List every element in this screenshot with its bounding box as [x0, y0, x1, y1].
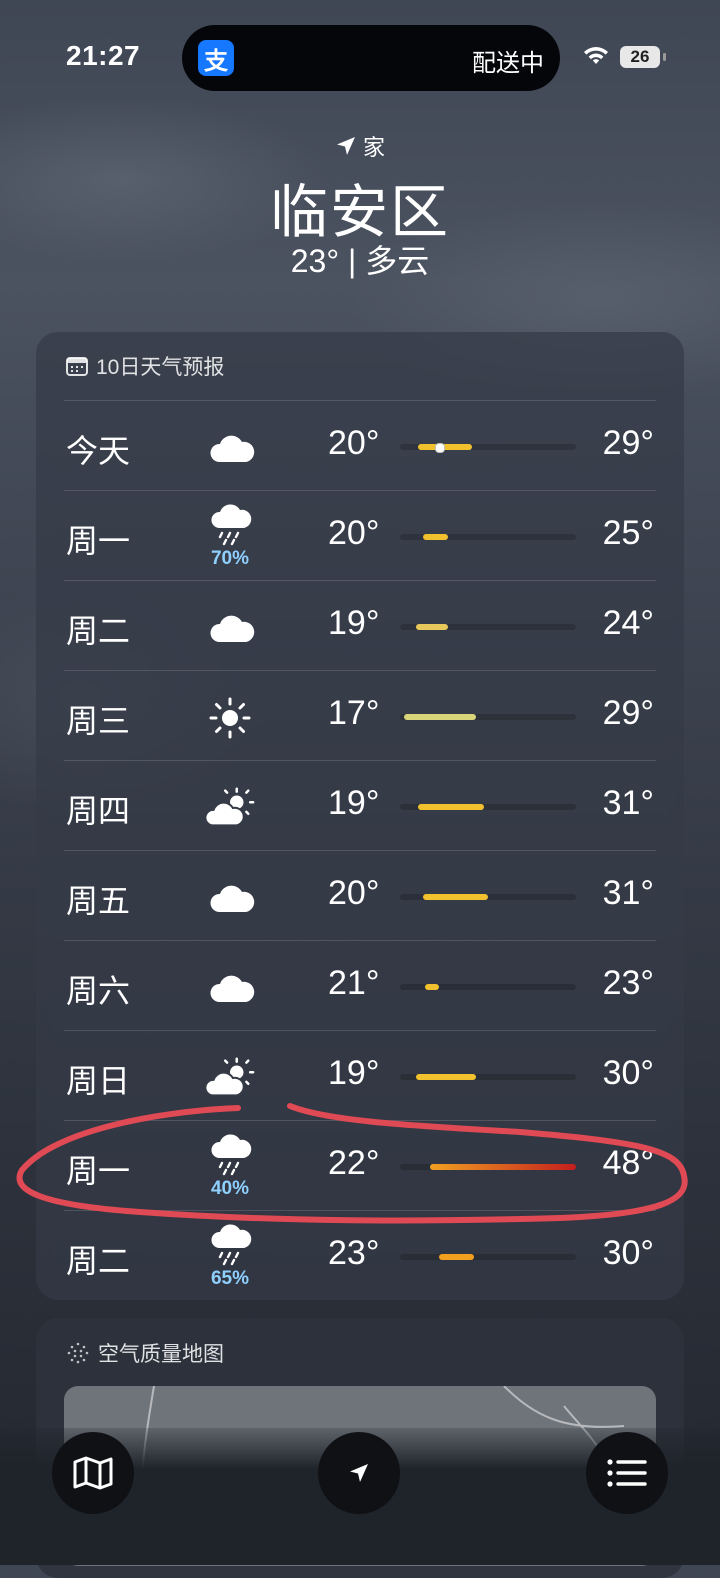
temp-range-track: [400, 1164, 576, 1170]
temp-range-track: [400, 984, 576, 990]
location-button[interactable]: [318, 1432, 400, 1514]
temp-range-track: [400, 624, 576, 630]
status-time: 21:27: [66, 40, 141, 71]
low-temp: 21°: [328, 964, 380, 1002]
dynamic-island[interactable]: 支 配送中: [182, 25, 560, 91]
cloud-icon: [204, 606, 256, 650]
day-label: 周二: [66, 1243, 131, 1279]
delivery-status: 配送中: [472, 50, 544, 77]
forecast-row[interactable]: 周日 19° 30°: [36, 1030, 684, 1120]
temp-range-track: [400, 804, 576, 810]
cloud-icon: [204, 966, 256, 1010]
low-temp: 17°: [328, 694, 380, 732]
day-label: 周一: [66, 1153, 131, 1189]
battery-indicator: 26: [620, 46, 660, 68]
rain-cloud-icon: [204, 1224, 256, 1268]
day-label: 周五: [66, 883, 131, 919]
partly-sunny-icon: [204, 786, 256, 830]
day-label: 周六: [66, 973, 131, 1009]
map-icon: [73, 1456, 113, 1490]
forecast-row[interactable]: 周六 21° 23°: [36, 940, 684, 1030]
high-temp: 23°: [602, 964, 654, 1002]
partly-sunny-icon: [204, 1056, 256, 1100]
temp-range-bar: [415, 1074, 476, 1080]
forecast-header: 10日天气预报: [66, 352, 224, 380]
rain-cloud-icon: [204, 1134, 256, 1178]
precip-chance: 40%: [210, 1178, 250, 1199]
temp-range-track: [400, 1254, 576, 1260]
low-temp: 20°: [328, 424, 380, 462]
low-temp: 22°: [328, 1144, 380, 1182]
low-temp: 20°: [328, 874, 380, 912]
high-temp: 31°: [602, 874, 654, 912]
alipay-icon: 支: [198, 40, 234, 76]
battery-tip: [663, 53, 666, 61]
forecast-row[interactable]: 周三 17° 29°: [36, 670, 684, 760]
low-temp: 19°: [328, 784, 380, 822]
day-label: 周日: [66, 1063, 131, 1099]
day-label: 周一: [66, 523, 131, 559]
forecast-row[interactable]: 今天 20° 29°: [36, 400, 684, 490]
day-label: 周三: [66, 703, 131, 739]
high-temp: 29°: [602, 694, 654, 732]
high-temp: 48°: [602, 1144, 654, 1182]
wifi-icon: [584, 47, 608, 64]
temp-range-bar: [424, 984, 439, 990]
temp-range-bar: [422, 534, 448, 540]
temp-range-track: [400, 894, 576, 900]
precip-chance: 70%: [210, 548, 250, 569]
cloud-icon: [204, 426, 256, 470]
current-conditions: 23° | 多云: [290, 243, 430, 279]
temp-range-bar: [417, 444, 473, 450]
location-arrow-icon: [350, 1464, 368, 1482]
precip-chance: 65%: [210, 1268, 250, 1289]
temp-range-bar: [429, 1164, 576, 1170]
forecast-row[interactable]: 周二 65% 23° 30°: [36, 1210, 684, 1300]
low-temp: 19°: [328, 1054, 380, 1092]
day-label: 今天: [66, 433, 131, 469]
day-label: 周四: [66, 793, 131, 829]
temp-range-bar: [422, 894, 488, 900]
low-temp: 19°: [328, 604, 380, 642]
temp-range-bar: [438, 1254, 474, 1260]
high-temp: 30°: [602, 1054, 654, 1092]
forecast-row[interactable]: 周一 40% 22° 48°: [36, 1120, 684, 1210]
list-icon: [607, 1459, 647, 1487]
temp-range-bar: [403, 714, 476, 720]
air-quality-header: 空气质量地图: [66, 1338, 224, 1368]
map-button[interactable]: [52, 1432, 134, 1514]
day-label: 周二: [66, 613, 131, 649]
location-arrow-icon: [336, 137, 355, 155]
list-button[interactable]: [586, 1432, 668, 1514]
low-temp: 20°: [328, 514, 380, 552]
current-temp-marker: [434, 443, 445, 453]
high-temp: 31°: [602, 784, 654, 822]
forecast-row[interactable]: 周二 19° 24°: [36, 580, 684, 670]
forecast-row[interactable]: 周一 70% 20° 25°: [36, 490, 684, 580]
high-temp: 25°: [602, 514, 654, 552]
forecast-title: 10日天气预报: [96, 356, 225, 379]
sun-icon: [204, 696, 256, 740]
low-temp: 23°: [328, 1234, 380, 1272]
temp-range-track: [400, 1074, 576, 1080]
forecast-row[interactable]: 周四 19° 31°: [36, 760, 684, 850]
calendar-icon: [66, 357, 88, 376]
temp-range-track: [400, 714, 576, 720]
location-label: 家: [362, 135, 385, 160]
temp-range-track: [400, 443, 576, 453]
air-quality-title: 空气质量地图: [98, 1343, 224, 1366]
temp-range-bar: [417, 804, 485, 810]
forecast-row[interactable]: 周五 20° 31°: [36, 850, 684, 940]
cloud-icon: [204, 876, 256, 920]
high-temp: 29°: [602, 424, 654, 462]
rain-cloud-icon: [204, 504, 256, 548]
location-line: 家: [0, 130, 720, 162]
temp-range-track: [400, 534, 576, 540]
temp-range-bar: [415, 624, 448, 630]
ten-day-forecast-card[interactable]: 10日天气预报 今天 20° 29° 周一 70% 20° 25° 周二 19° 24° 周三 17°…: [36, 332, 684, 1300]
bottom-toolbar: [0, 1428, 720, 1565]
high-temp: 24°: [602, 604, 654, 642]
dots-grid-icon: [67, 1342, 89, 1364]
high-temp: 30°: [602, 1234, 654, 1272]
